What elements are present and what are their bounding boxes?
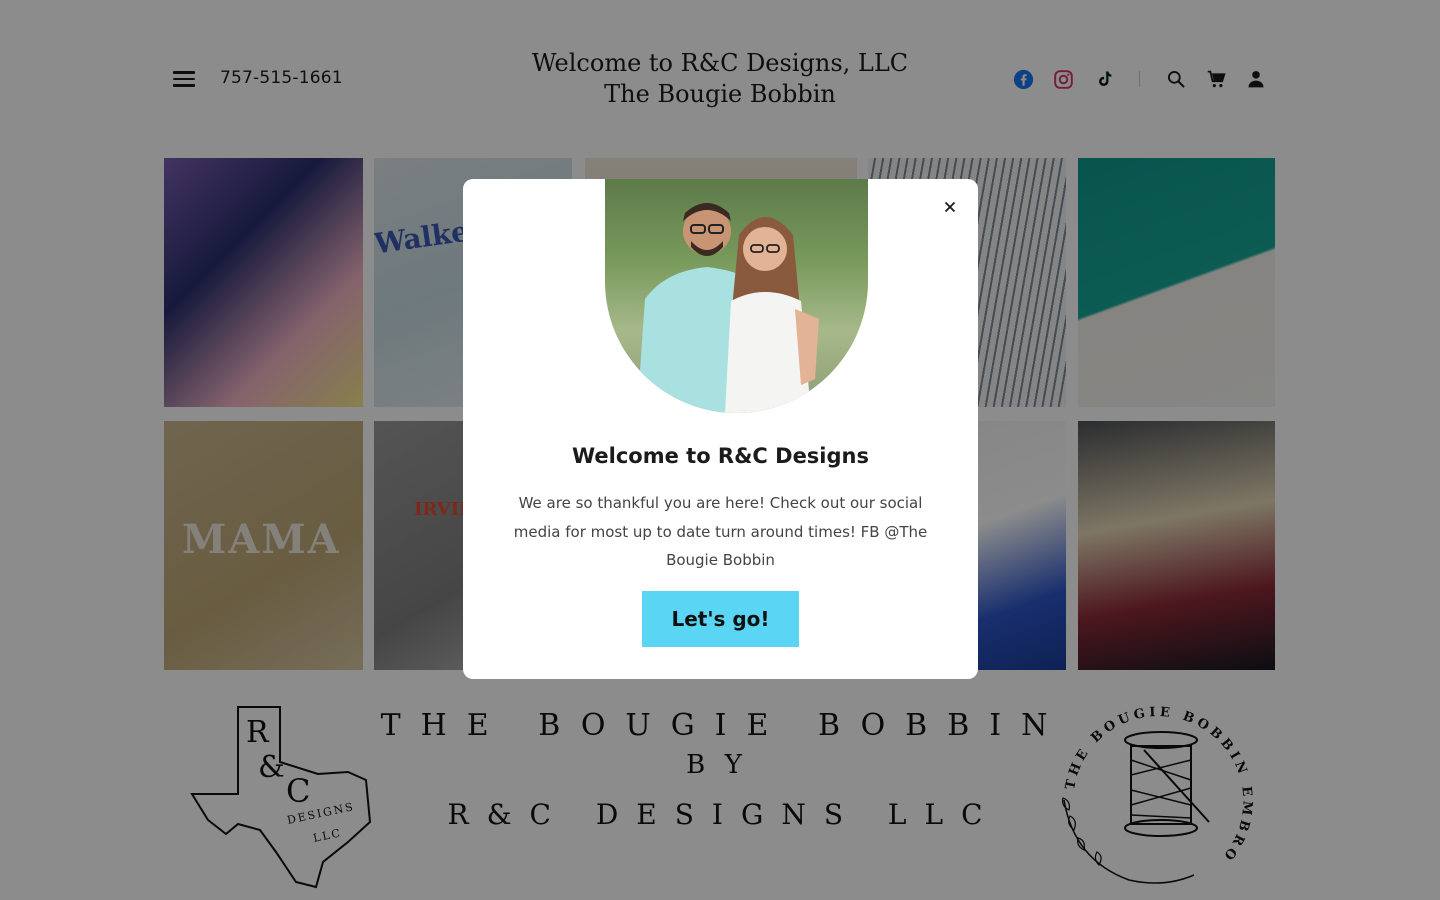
close-icon[interactable] (939, 196, 961, 218)
owners-photo (605, 179, 868, 413)
lets-go-button[interactable]: Let's go! (642, 591, 799, 647)
modal-title: Welcome to R&C Designs (571, 444, 869, 468)
modal-body-text: We are so thankful you are here! Check o… (513, 494, 928, 569)
welcome-modal: Welcome to R&C Designs We are so thankfu… (463, 179, 978, 679)
